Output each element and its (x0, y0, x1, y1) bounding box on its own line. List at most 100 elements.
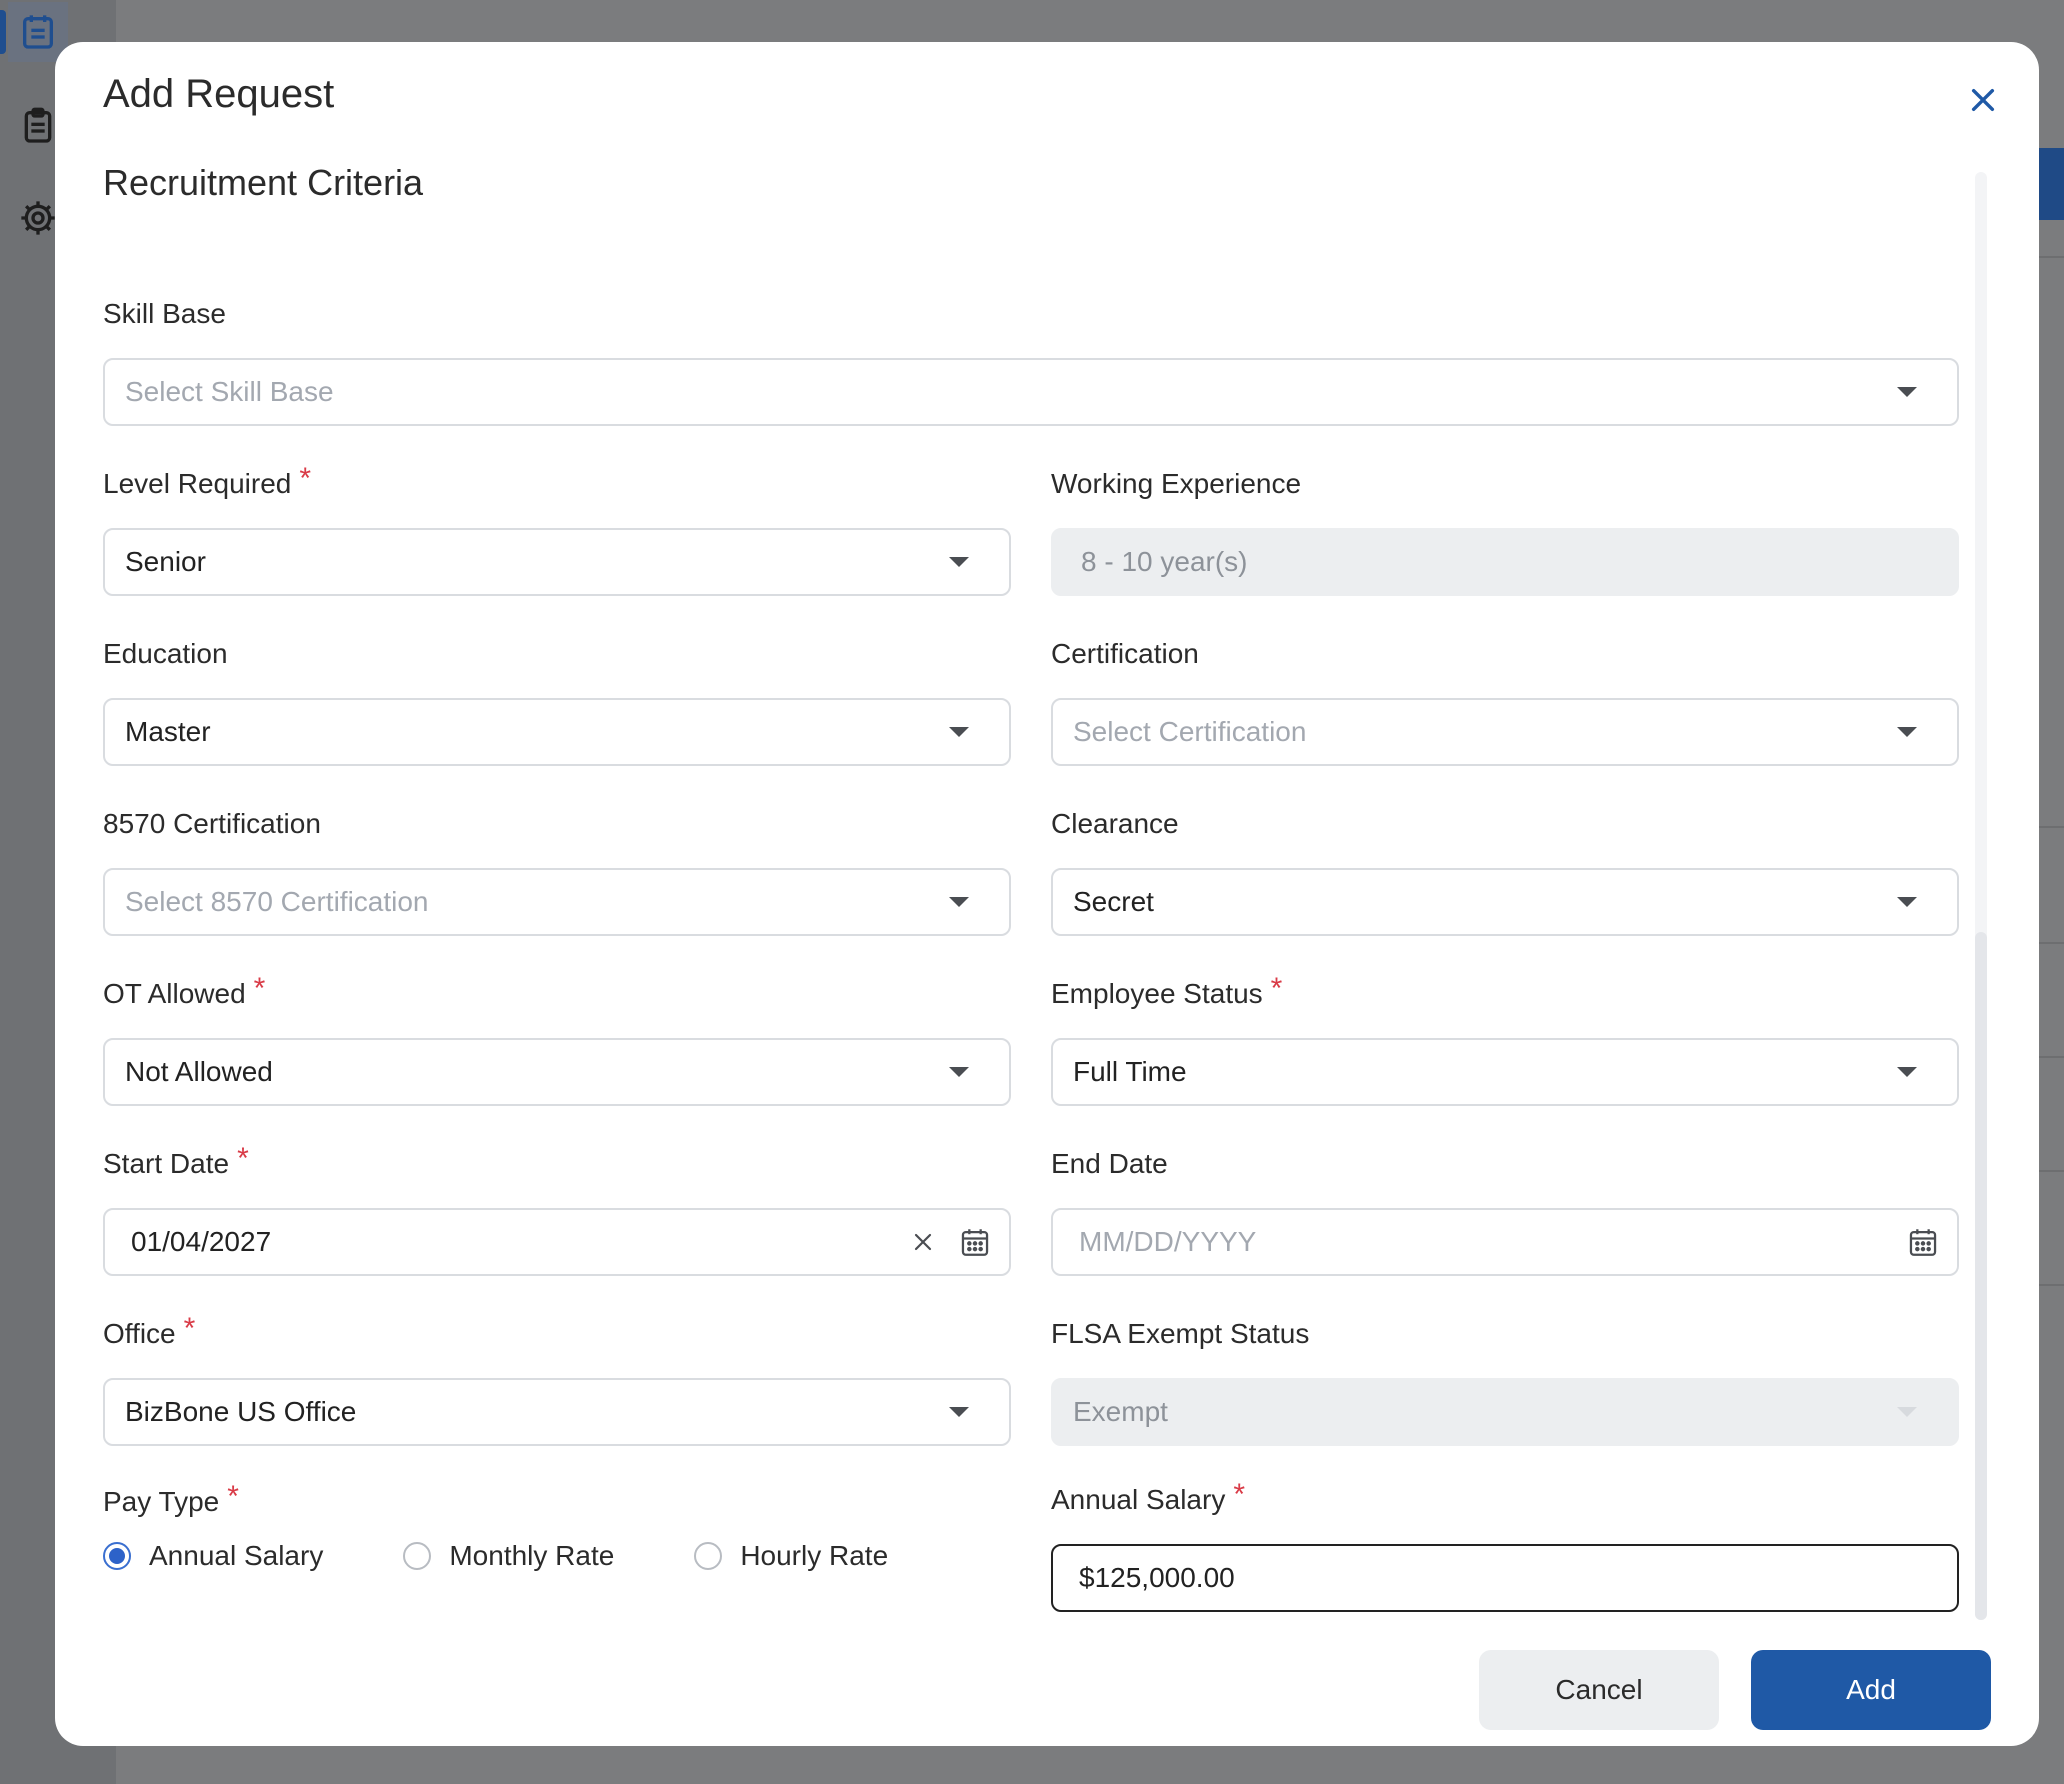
office-label: Office * (103, 1312, 196, 1350)
pay-type-option-monthly-rate[interactable]: Monthly Rate (403, 1540, 614, 1572)
cert-8570-field: 8570 Certification Select 8570 Certifica… (103, 804, 1011, 936)
clearance-value: Secret (1073, 886, 1154, 917)
flsa-status-value: Exempt (1073, 1396, 1168, 1427)
annual-salary-field: Annual Salary * $125,000.00 (1051, 1480, 1959, 1612)
certification-select[interactable]: Select Certification (1051, 698, 1959, 766)
required-marker: * (183, 1312, 196, 1345)
scrollbar-thumb[interactable] (1975, 932, 1987, 1620)
employee-status-value: Full Time (1073, 1056, 1187, 1087)
certification-label: Certification (1051, 638, 1199, 669)
chevron-down-icon (1897, 1407, 1917, 1417)
end-date-field: End Date MM/DD/YYYY (1051, 1144, 1959, 1276)
skill-base-field: Skill Base Select Skill Base (103, 294, 1959, 426)
radio-label: Hourly Rate (740, 1540, 889, 1571)
start-date-label: Start Date * (103, 1142, 249, 1180)
clearance-field: Clearance Secret (1051, 804, 1959, 936)
flsa-status-select: Exempt (1051, 1378, 1959, 1446)
office-field: Office * BizBone US Office (103, 1314, 1011, 1446)
level-required-label: Level Required * (103, 462, 312, 500)
clear-icon (914, 1233, 932, 1251)
chevron-down-icon (949, 1407, 969, 1417)
working-experience-input: 8 - 10 year(s) (1051, 528, 1959, 596)
required-marker: * (1270, 972, 1283, 1005)
calendar-icon (961, 1229, 989, 1256)
ot-allowed-field: OT Allowed * Not Allowed (103, 974, 1011, 1106)
level-required-select[interactable]: Senior (103, 528, 1011, 596)
start-date-calendar-button[interactable] (955, 1222, 995, 1262)
cert-8570-label: 8570 Certification (103, 808, 321, 839)
add-request-modal: Add Request Recruitment Criteria Skill B… (55, 42, 2039, 1746)
annual-salary-value: $125,000.00 (1079, 1562, 1235, 1593)
flsa-status-field: FLSA Exempt Status Exempt (1051, 1314, 1959, 1446)
radio-unselected-icon (694, 1542, 723, 1570)
cancel-button[interactable]: Cancel (1479, 1650, 1719, 1730)
chevron-down-icon (1897, 897, 1917, 907)
section-title: Recruitment Criteria (103, 162, 424, 203)
end-date-label: End Date (1051, 1148, 1168, 1179)
education-select[interactable]: Master (103, 698, 1011, 766)
pay-type-label: Pay Type * (103, 1480, 239, 1518)
certification-field: Certification Select Certification (1051, 634, 1959, 766)
end-date-input[interactable]: MM/DD/YYYY (1051, 1208, 1959, 1276)
pay-type-field: Pay Type * (103, 1482, 1011, 1522)
ot-allowed-select[interactable]: Not Allowed (103, 1038, 1011, 1106)
certification-placeholder: Select Certification (1073, 716, 1307, 747)
radio-label: Monthly Rate (449, 1540, 615, 1571)
close-icon (1971, 88, 1995, 112)
calendar-list-icon (0, 2, 68, 62)
employee-status-field: Employee Status * Full Time (1051, 974, 1959, 1106)
chevron-down-icon (1897, 387, 1917, 397)
chevron-down-icon (949, 897, 969, 907)
radio-label: Annual Salary (149, 1540, 324, 1571)
cert-8570-placeholder: Select 8570 Certification (125, 886, 429, 917)
annual-salary-input[interactable]: $125,000.00 (1051, 1544, 1959, 1612)
required-marker: * (1233, 1478, 1246, 1511)
start-date-value: 01/04/2027 (131, 1226, 272, 1257)
cert-8570-select[interactable]: Select 8570 Certification (103, 868, 1011, 936)
skill-base-placeholder: Select Skill Base (125, 376, 334, 407)
education-value: Master (125, 716, 211, 747)
end-date-calendar-button[interactable] (1903, 1222, 1943, 1262)
radio-unselected-icon (403, 1542, 432, 1570)
start-date-field: Start Date * 01/04/2027 (103, 1144, 1011, 1276)
required-marker: * (299, 462, 312, 495)
chevron-down-icon (949, 1067, 969, 1077)
chevron-down-icon (949, 557, 969, 567)
flsa-status-label: FLSA Exempt Status (1051, 1318, 1310, 1349)
skill-base-label: Skill Base (103, 298, 226, 329)
required-marker: * (253, 972, 266, 1005)
ot-allowed-value: Not Allowed (125, 1056, 273, 1087)
add-button[interactable]: Add (1751, 1650, 1991, 1730)
skill-base-select[interactable]: Select Skill Base (103, 358, 1959, 426)
pay-type-option-hourly-rate[interactable]: Hourly Rate (694, 1540, 888, 1572)
pay-type-option-annual-salary[interactable]: Annual Salary (103, 1540, 323, 1572)
annual-salary-label: Annual Salary * (1051, 1478, 1246, 1516)
office-value: BizBone US Office (125, 1396, 357, 1427)
chevron-down-icon (1897, 1067, 1917, 1077)
employee-status-select[interactable]: Full Time (1051, 1038, 1959, 1106)
scrollbar[interactable] (1975, 172, 1987, 1620)
clear-date-button[interactable] (903, 1222, 943, 1262)
calendar-icon (1909, 1229, 1937, 1256)
level-required-field: Level Required * Senior (103, 464, 1011, 596)
modal-title: Add Request (103, 72, 335, 116)
close-button[interactable] (1957, 74, 2009, 126)
pay-type-radio-group: Annual Salary Monthly Rate Hourly Rate (103, 1540, 968, 1572)
start-date-input[interactable]: 01/04/2027 (103, 1208, 1011, 1276)
employee-status-label: Employee Status * (1051, 972, 1283, 1010)
working-experience-field: Working Experience 8 - 10 year(s) (1051, 464, 1959, 596)
chevron-down-icon (1897, 727, 1917, 737)
radio-selected-icon (103, 1542, 131, 1570)
clearance-select[interactable]: Secret (1051, 868, 1959, 936)
level-required-value: Senior (125, 546, 206, 577)
office-select[interactable]: BizBone US Office (103, 1378, 1011, 1446)
working-experience-label: Working Experience (1051, 468, 1302, 499)
clearance-label: Clearance (1051, 808, 1179, 839)
chevron-down-icon (949, 727, 969, 737)
end-date-placeholder: MM/DD/YYYY (1079, 1226, 1257, 1257)
ot-allowed-label: OT Allowed * (103, 972, 266, 1010)
education-label: Education (103, 638, 228, 669)
required-marker: * (237, 1142, 249, 1175)
working-experience-value: 8 - 10 year(s) (1081, 546, 1248, 577)
education-field: Education Master (103, 634, 1011, 766)
